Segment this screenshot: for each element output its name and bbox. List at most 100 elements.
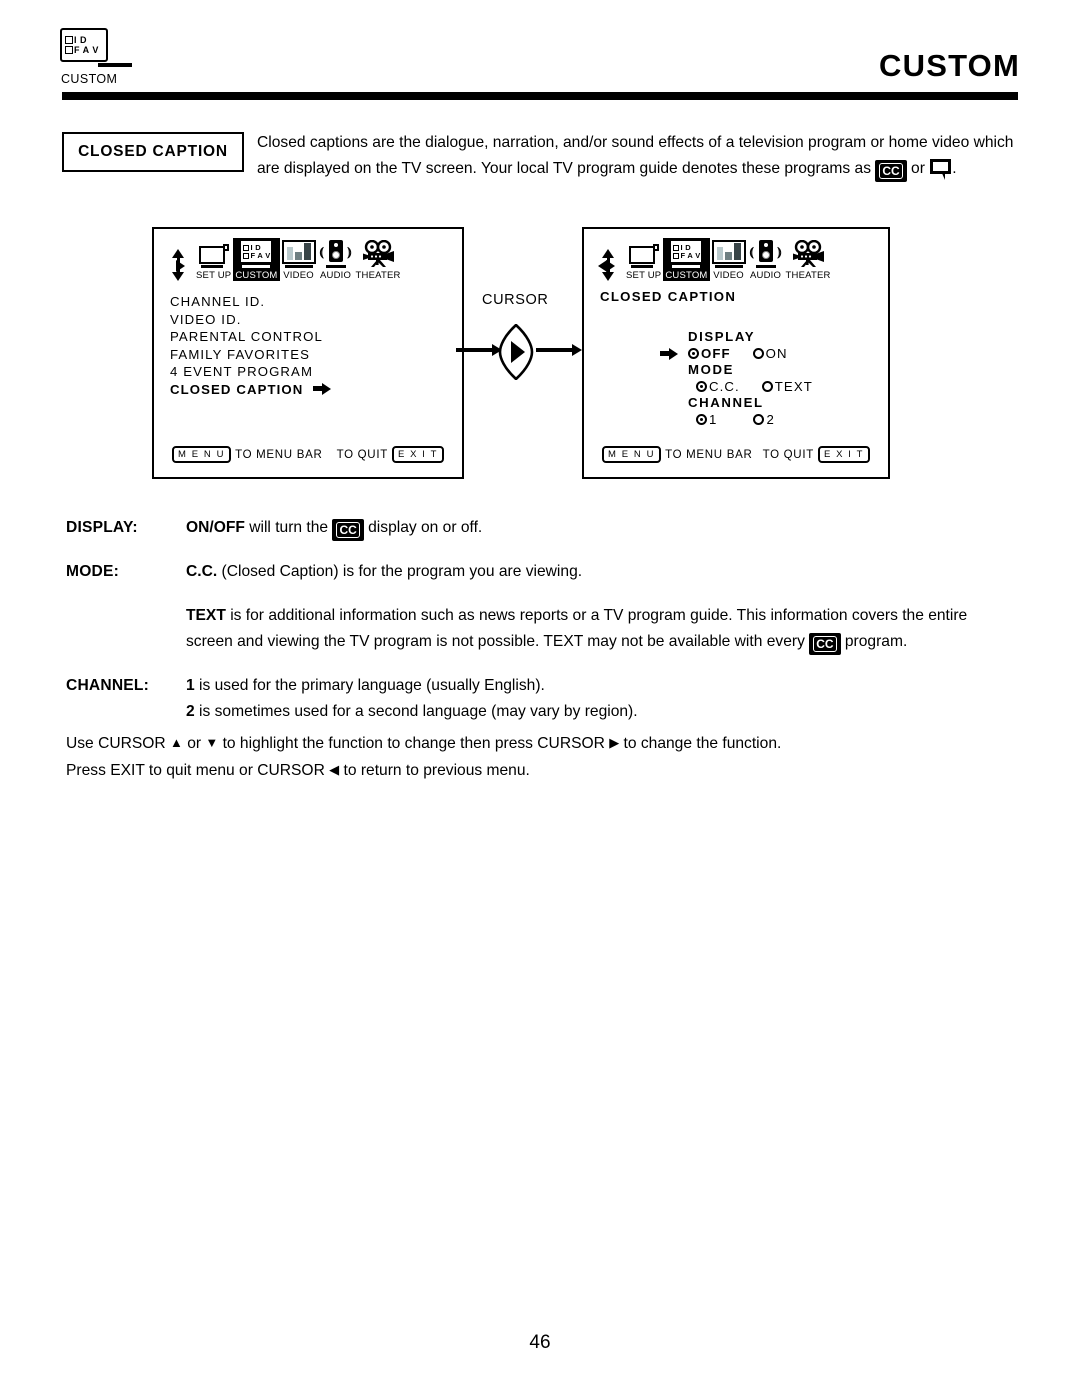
checkbox-square-icon — [673, 244, 680, 251]
radio-mode-text-label: TEXT — [774, 378, 813, 394]
radio-button-icon — [761, 380, 773, 392]
menu-item-custom[interactable]: I D F A V CUSTOM — [233, 238, 280, 281]
radio-mode-cc[interactable]: C.C. — [696, 379, 740, 396]
definition-channel-line1-text: is used for the primary language (usuall… — [194, 677, 545, 694]
footer-line1-a: Use CURSOR — [66, 735, 170, 752]
menu-item-video-label: VIDEO — [713, 270, 744, 281]
radio-display-off[interactable]: OFF — [688, 346, 731, 363]
checkbox-square-icon — [65, 46, 73, 54]
intro-text-part3: . — [952, 160, 957, 177]
menu-item-custom[interactable]: I D F A V CUSTOM — [663, 238, 710, 281]
screen-bottom-bar-right: M E N U TO MENU BAR TO QUIT E X I T — [598, 446, 874, 463]
definition-channel-line2-lead: 2 — [186, 703, 195, 720]
intro-block: CLOSED CAPTION Closed captions are the d… — [62, 130, 1018, 182]
custom-tv-icon: I D F A V — [669, 239, 704, 264]
page-header: I D F A V CUSTOM CUSTOM — [0, 0, 1080, 110]
menu-item-setup[interactable]: SET UP — [624, 238, 663, 281]
speaker-icon: ⦅ ⦆ — [320, 240, 352, 268]
menu-key-caption: TO MENU BAR — [235, 448, 323, 461]
radio-button-icon — [752, 347, 764, 359]
custom-tv-icon: I D F A V — [60, 28, 108, 62]
header-icon-row-1-label: F A V — [74, 44, 99, 55]
tv-stand-shape — [98, 63, 132, 67]
video-bars-icon — [711, 240, 746, 264]
list-item[interactable]: 4 EVENT PROGRAM — [170, 363, 331, 381]
header-divider — [62, 92, 1018, 100]
cc-badge-label: CC — [813, 636, 837, 652]
definitions-section: DISPLAY: ON/OFF will turn the CC display… — [66, 515, 1018, 743]
menu-key-caption: TO MENU BAR — [665, 448, 753, 461]
menu-item-audio[interactable]: ⦅ ⦆ AUDIO — [748, 238, 784, 281]
caption-balloon-icon — [930, 159, 952, 180]
menu-item-setup-label: SET UP — [196, 270, 232, 281]
selection-pointer-icon — [660, 347, 678, 360]
footer-line2-a: Press EXIT to quit menu or CURSOR — [66, 762, 330, 779]
cursor-up-icon: ▲ — [169, 735, 183, 750]
closed-caption-section-tag: CLOSED CAPTION — [62, 132, 244, 172]
radio-display-on[interactable]: ON — [752, 346, 788, 363]
list-item-label: FAMILY FAVORITES — [170, 346, 310, 362]
menu-item-setup[interactable]: SET UP — [194, 238, 233, 281]
footer-line1-d: to change the function. — [619, 735, 782, 752]
osd-menu-bar-left: SET UP I D F A V CUSTOM VIDEO ⦅ ⦆ AUDIO … — [168, 238, 403, 281]
footer-line1-b: or — [182, 735, 206, 752]
cc-badge-label: CC — [879, 163, 903, 179]
definition-display: DISPLAY: ON/OFF will turn the CC display… — [66, 515, 1018, 541]
film-projector-icon — [793, 240, 825, 267]
header-icon-caption: CUSTOM — [61, 72, 118, 86]
radio-button-icon — [688, 347, 699, 359]
checkbox-square-icon — [243, 252, 250, 259]
definition-mode-body: C.C. (Closed Caption) is for the program… — [186, 559, 1018, 585]
list-item-label: CHANNEL ID. — [170, 294, 266, 309]
custom-icon-row-0-label: I D — [680, 243, 691, 252]
list-item-label: VIDEO ID. — [170, 311, 242, 327]
screen-title: CLOSED CAPTION — [600, 289, 737, 304]
list-item-label: PARENTAL CONTROL — [170, 329, 323, 344]
radio-channel-2[interactable]: 2 — [753, 412, 774, 429]
custom-menu-list: CHANNEL ID. VIDEO ID. PARENTAL CONTROL F… — [170, 293, 332, 400]
menu-item-video[interactable]: VIDEO — [710, 238, 748, 281]
footer-instructions: Use CURSOR ▲ or ▼ to highlight the funct… — [66, 730, 1018, 784]
radio-channel-1[interactable]: 1 — [696, 412, 717, 429]
list-item[interactable]: CHANNEL ID. — [170, 293, 331, 311]
closed-caption-settings-screen: SET UP I D F A V CUSTOM VIDEO ⦅ ⦆ AUDIO … — [582, 227, 890, 479]
radio-mode-text[interactable]: TEXT — [761, 378, 813, 396]
arrow-right-icon — [536, 344, 582, 356]
cc-badge-icon: CC — [332, 519, 364, 541]
menu-item-audio[interactable]: ⦅ ⦆ AUDIO — [318, 238, 354, 281]
list-item[interactable]: FAMILY FAVORITES — [170, 346, 331, 364]
definition-channel-line1-lead: 1 — [186, 677, 195, 694]
menu-item-theater[interactable]: THEATER — [784, 238, 833, 281]
menu-item-theater-label: THEATER — [355, 270, 401, 281]
checkbox-square-icon — [65, 36, 73, 44]
osd-menu-bar-right: SET UP I D F A V CUSTOM VIDEO ⦅ ⦆ AUDIO … — [598, 238, 833, 281]
definition-text-after: program. — [840, 633, 908, 650]
definition-channel-body: 1 is used for the primary language (usua… — [186, 673, 1018, 725]
header-icon-block: I D F A V CUSTOM — [60, 28, 170, 86]
exit-key-button[interactable]: E X I T — [817, 446, 870, 463]
cc-badge-icon: CC — [809, 633, 841, 655]
menu-item-setup-label: SET UP — [626, 270, 662, 281]
menu-key-button[interactable]: M E N U — [602, 446, 662, 463]
list-item-closed-caption[interactable]: CLOSED CAPTION — [170, 381, 332, 400]
tv-setup-icon — [198, 244, 229, 268]
menu-item-custom-label: CUSTOM — [665, 270, 708, 281]
menu-item-theater[interactable]: THEATER — [354, 238, 403, 281]
list-item[interactable]: PARENTAL CONTROL — [170, 328, 331, 346]
definition-display-text-before: will turn the — [244, 519, 333, 536]
closed-caption-options: DISPLAY OFF ON MODE C.C. TEXT CHANNEL 1 … — [660, 329, 813, 429]
footer-line-2: Press EXIT to quit menu or CURSOR ◀ to r… — [66, 757, 1018, 784]
header-icon-row-0-label: I D — [74, 34, 88, 45]
definition-channel: CHANNEL: 1 is used for the primary langu… — [66, 673, 1018, 725]
definition-channel-line1: 1 is used for the primary language (usua… — [186, 673, 1018, 699]
group-label-mode: MODE — [688, 362, 734, 377]
menu-item-video[interactable]: VIDEO — [280, 238, 318, 281]
cursor-right-icon: ▶ — [609, 735, 620, 750]
exit-key-button[interactable]: E X I T — [391, 446, 444, 463]
menu-key-button[interactable]: M E N U — [172, 446, 232, 463]
radio-button-icon — [696, 413, 707, 425]
cursor-pad-icon — [598, 249, 620, 281]
list-item[interactable]: VIDEO ID. — [170, 311, 331, 329]
footer-line1-c: to highlight the function to change then… — [218, 735, 610, 752]
list-item-label: CLOSED CAPTION — [170, 381, 304, 397]
